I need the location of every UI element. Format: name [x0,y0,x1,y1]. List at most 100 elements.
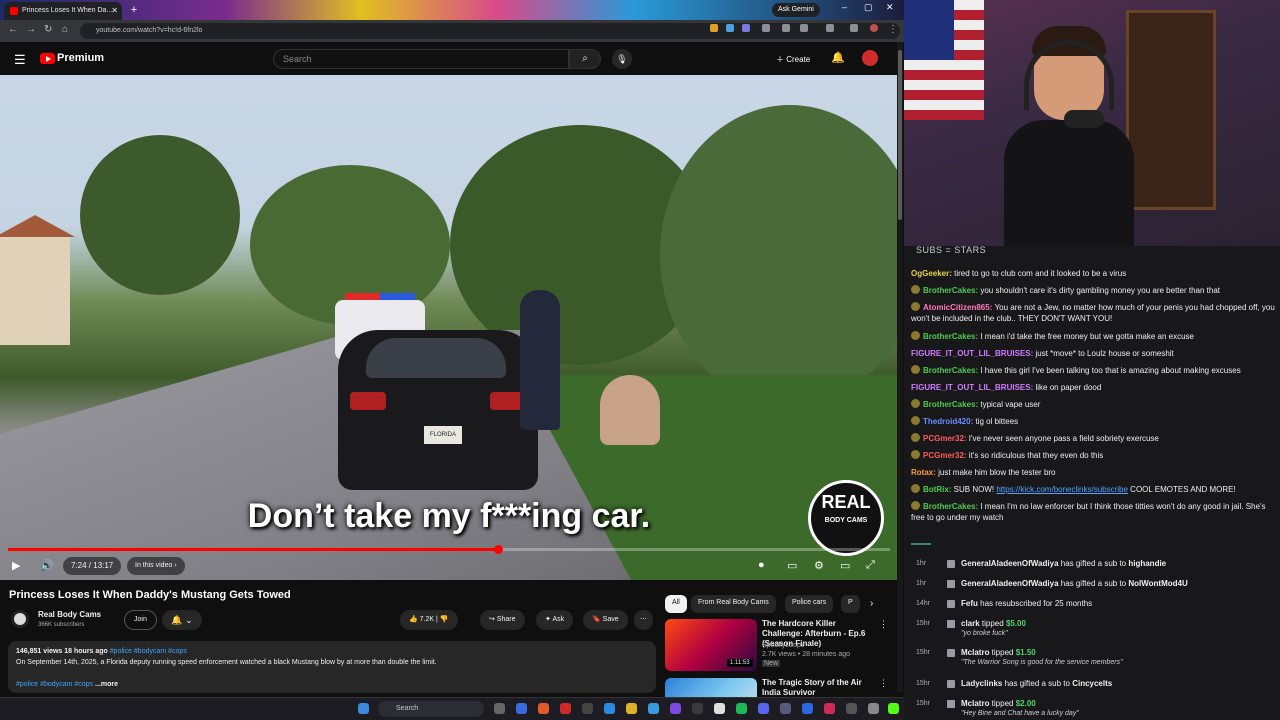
captions-icon[interactable]: ▭ [787,559,797,572]
recommendation-item[interactable]: 1:11:53 The Hardcore Killer Challenge: A… [665,619,890,671]
search-button[interactable]: ⌕ [569,49,601,69]
hashtags-top[interactable]: #police #bodycam #cops [110,648,187,655]
app-icon[interactable] [824,703,835,714]
video-player[interactable]: FLORIDA Don’t take my f***ing car. REAL … [0,75,898,580]
minimize-icon[interactable]: – [842,2,847,12]
thumbs-down-icon[interactable]: | 👎 [436,616,448,623]
sidebar-icon[interactable] [826,24,834,32]
chat-username[interactable]: PCGmer32: [923,434,969,443]
recommendation-title[interactable]: The Tragic Story of the Air India Surviv… [762,678,872,698]
extension-icon[interactable] [726,24,734,32]
extension-icon[interactable] [710,24,718,32]
recommendation-item[interactable]: The Tragic Story of the Air India Surviv… [665,678,890,698]
chat-username[interactable]: Rotax: [911,468,938,477]
chat-username[interactable]: BrotherCakes: [923,400,980,409]
settings-gear-icon[interactable]: ⚙ [814,559,824,572]
search-input[interactable]: Search [273,49,569,69]
discord-icon[interactable] [758,703,769,714]
create-button[interactable]: ＋ Create [770,50,816,68]
in-this-video-button[interactable]: In this video › [127,557,185,575]
app-icon[interactable] [582,703,593,714]
hamburger-menu-icon[interactable]: ☰ [14,52,26,68]
like-button[interactable]: 👍 7.2K | 👎 [400,610,458,630]
event-user[interactable]: Mclatro [961,699,989,708]
close-window-icon[interactable]: ✕ [886,2,894,13]
extension-icon[interactable] [762,24,770,32]
chevron-right-icon[interactable]: › [870,598,873,609]
back-icon[interactable]: ← [8,24,18,35]
chat-username[interactable]: BrotherCakes: [923,502,980,511]
more-actions-button[interactable]: ⋯ [634,610,653,630]
chat-username[interactable]: BotRix: [923,485,954,494]
event-user[interactable]: Mclatro [961,648,989,657]
browser-menu-icon[interactable]: ⋮ [888,24,898,35]
url-field[interactable]: youtube.com/watch?v=hc!d-6fn2lo [80,23,900,39]
spotify-icon[interactable] [736,703,747,714]
show-more-link[interactable]: ...more [95,681,118,688]
taskview-icon[interactable] [494,703,505,714]
kick-icon[interactable] [888,703,899,714]
app-icon[interactable] [670,703,681,714]
recommendation-channel[interactable]: SpookyLoopz [762,642,804,649]
miniplayer-icon[interactable]: ▭ [840,559,850,572]
hashtags-bottom[interactable]: #police #bodycam #cops [16,681,93,688]
progress-bar[interactable] [8,545,890,554]
home-icon[interactable]: ⌂ [62,24,68,35]
taskbar-search[interactable]: Search [378,701,484,717]
tab-youtube[interactable]: Princess Loses It When Da... ✕ [4,2,122,20]
chat-username[interactable]: BrotherCakes: [923,332,980,341]
app-icon[interactable] [516,703,527,714]
play-icon[interactable]: ▶ [12,559,20,572]
chat-link[interactable]: https://kick.com/boneclinks/subscribe [996,485,1128,494]
chat-username[interactable]: FIGURE_IT_OUT_LIL_BRUISES: [911,349,1035,358]
fullscreen-icon[interactable]: ⤢ [866,559,875,572]
app-icon[interactable] [560,703,571,714]
app-icon[interactable] [846,703,857,714]
profile-avatar[interactable] [870,24,878,32]
account-avatar[interactable] [862,50,878,66]
start-windows-icon[interactable] [358,703,369,714]
extension-icon[interactable] [742,24,750,32]
chat-username[interactable]: AtomicCitizen865: [923,303,995,312]
chip-police-cars[interactable]: Police cars [785,595,834,613]
ask-gemini-button[interactable]: Ask Gemini [772,3,820,17]
channel-avatar[interactable] [11,610,29,628]
voice-search-button[interactable]: 🎙 [612,49,632,69]
join-button[interactable]: Join [124,610,157,630]
new-tab-button[interactable]: + [127,3,141,17]
ask-button[interactable]: ✦ Ask [536,610,574,630]
extension-icon[interactable] [782,24,790,32]
channel-name[interactable]: Real Body Cams [38,610,101,619]
event-user[interactable]: clark [961,619,980,628]
chip-more[interactable]: P [841,595,860,613]
app-icon[interactable] [802,703,813,714]
notifications-bell-icon[interactable]: 🔔 [831,51,845,64]
reload-icon[interactable]: ↻ [44,24,52,35]
app-icon[interactable] [648,703,659,714]
event-user[interactable]: Fefu [961,599,978,608]
event-user[interactable]: GeneralAladeenOfWadiya [961,559,1059,568]
chat-username[interactable]: PCGmer32: [923,451,969,460]
folder-icon[interactable] [626,703,637,714]
event-user[interactable]: Ladyclinks [961,679,1002,688]
close-tab-icon[interactable]: ✕ [111,6,118,15]
chip-from-channel[interactable]: From Real Body Cams [691,595,776,613]
chat-username[interactable]: BrotherCakes: [923,366,980,375]
chip-all[interactable]: All [665,595,687,613]
chat-username[interactable]: FIGURE_IT_OUT_LIL_BRUISES: [911,383,1035,392]
autoplay-toggle-icon[interactable]: ● [758,559,765,571]
more-options-icon[interactable]: ⋮ [879,619,888,630]
description-box[interactable]: 146,851 views 18 hours ago #police #body… [8,641,656,693]
chat-username[interactable]: Thedroid420: [923,417,975,426]
progress-scrubber[interactable] [493,545,503,554]
volume-icon[interactable]: 🔊 [40,559,54,572]
recommendation-thumbnail[interactable] [665,678,757,698]
app-icon[interactable] [714,703,725,714]
chat-username[interactable]: BrotherCakes: [923,286,980,295]
extensions-puzzle-icon[interactable] [800,24,808,32]
app-icon[interactable] [868,703,879,714]
forward-icon[interactable]: → [26,24,36,35]
chat-username[interactable]: OgGeeker: [911,269,954,278]
event-user[interactable]: GeneralAladeenOfWadiya [961,579,1059,588]
maximize-icon[interactable]: ▢ [864,2,873,13]
